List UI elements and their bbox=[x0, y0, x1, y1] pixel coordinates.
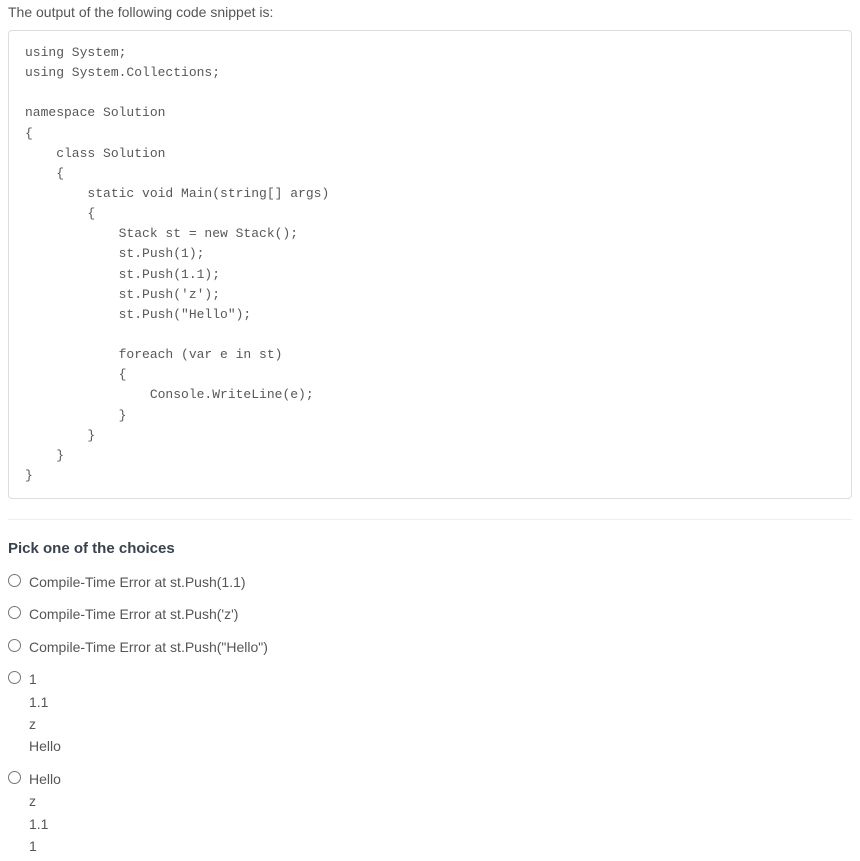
choice-label: 1 1.1 z Hello bbox=[29, 668, 61, 758]
choice-option[interactable]: Compile-Time Error at st.Push('z') bbox=[8, 603, 852, 625]
choice-label: Compile-Time Error at st.Push(1.1) bbox=[29, 571, 246, 593]
question-prompt: The output of the following code snippet… bbox=[8, 4, 852, 20]
choice-radio[interactable] bbox=[8, 606, 21, 619]
code-snippet: using System; using System.Collections; … bbox=[8, 30, 852, 499]
choice-option[interactable]: Compile-Time Error at st.Push(1.1) bbox=[8, 571, 852, 593]
choice-label: Compile-Time Error at st.Push('z') bbox=[29, 603, 238, 625]
choices-heading: Pick one of the choices bbox=[8, 540, 852, 557]
choice-radio[interactable] bbox=[8, 639, 21, 652]
choice-radio[interactable] bbox=[8, 574, 21, 587]
choice-option[interactable]: Hello z 1.1 1 bbox=[8, 768, 852, 858]
choice-label: Compile-Time Error at st.Push("Hello") bbox=[29, 636, 268, 658]
choice-option[interactable]: 1 1.1 z Hello bbox=[8, 668, 852, 758]
choice-radio[interactable] bbox=[8, 671, 21, 684]
choice-label: Hello z 1.1 1 bbox=[29, 768, 61, 858]
section-divider bbox=[8, 519, 852, 520]
choice-option[interactable]: Compile-Time Error at st.Push("Hello") bbox=[8, 636, 852, 658]
choices-list: Compile-Time Error at st.Push(1.1) Compi… bbox=[8, 571, 852, 857]
choice-radio[interactable] bbox=[8, 771, 21, 784]
